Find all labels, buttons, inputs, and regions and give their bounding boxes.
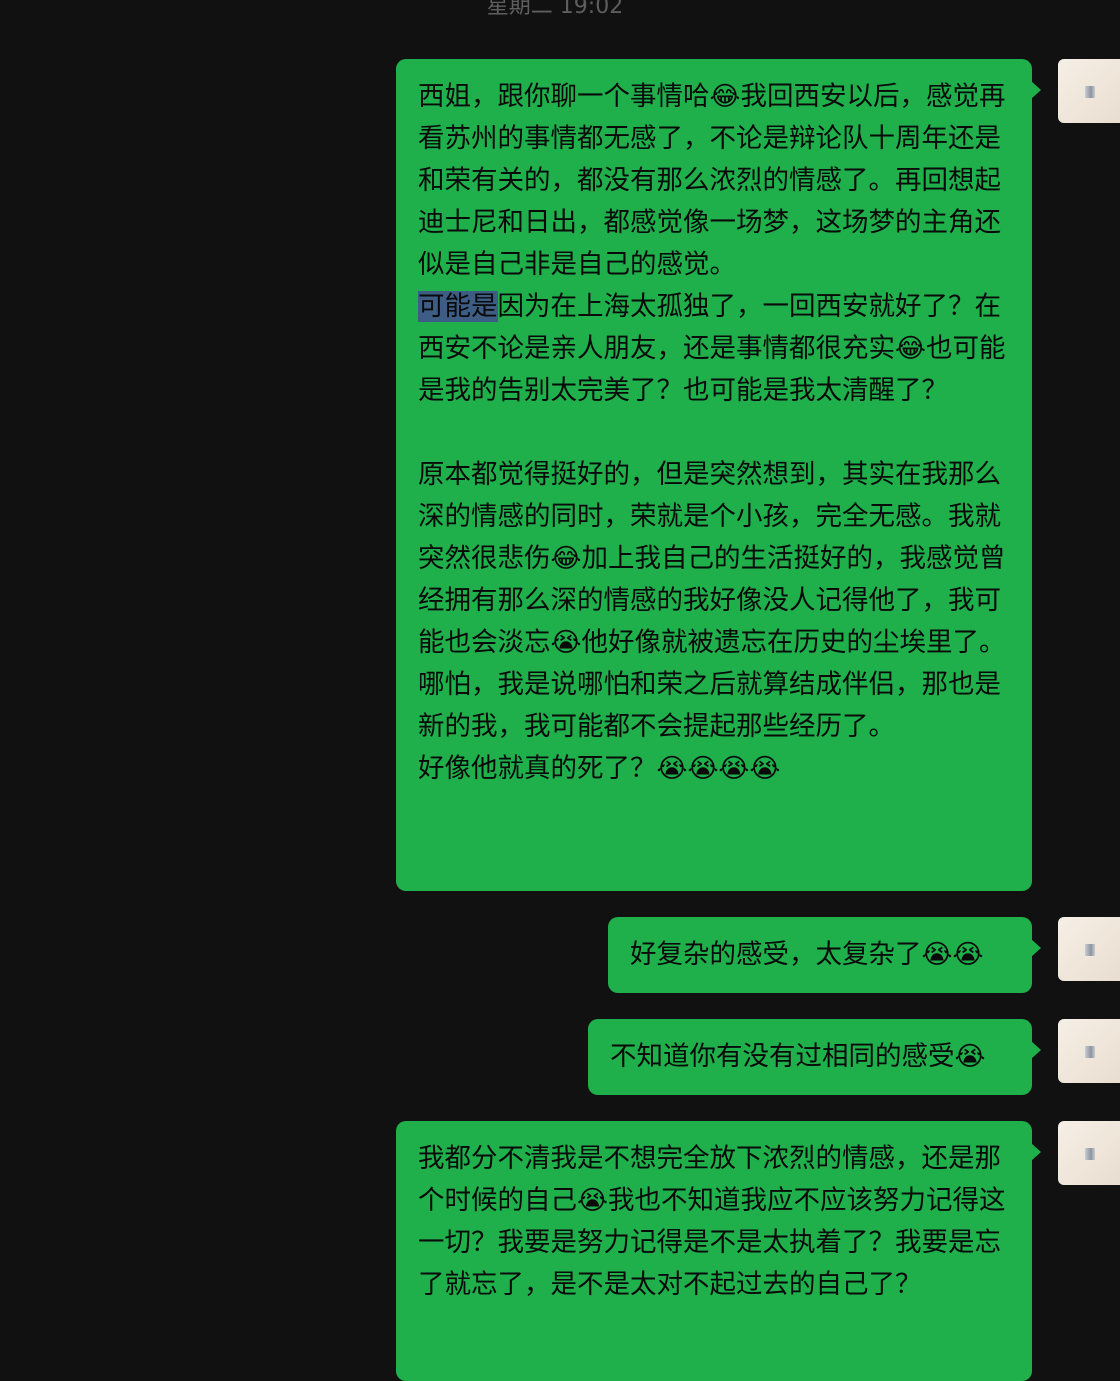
message-bubble[interactable]: 不知道你有没有过相同的感受😭 xyxy=(588,1019,1041,1095)
avatar-image-icon xyxy=(1085,86,1095,98)
avatar-image-icon xyxy=(1085,1046,1095,1058)
message-text: 我都分不清我是不想完全放下浓烈的情感，还是那个时候的自己😭我也不知道我应不应该努… xyxy=(418,1143,1006,1300)
avatar[interactable] xyxy=(1058,917,1120,981)
message-text: 西姐，跟你聊一个事情哈😂我回西安以后，感觉再看苏州的事情都无感了，不论是辩论队十… xyxy=(418,81,1006,280)
avatar[interactable] xyxy=(1058,1121,1120,1185)
avatar-image-icon xyxy=(1085,944,1095,956)
avatar[interactable] xyxy=(1058,1019,1120,1083)
message-text: 因为在上海太孤独了，一回西安就好了？在西安不论是亲人朋友，还是事情都很充实😂也可… xyxy=(418,291,1006,784)
message-bubble[interactable]: 好复杂的感受，太复杂了😭😭 xyxy=(608,917,1041,993)
message-bubble[interactable]: 我都分不清我是不想完全放下浓烈的情感，还是那个时候的自己😭我也不知道我应不应该努… xyxy=(396,1121,1041,1381)
message-text: 好复杂的感受，太复杂了😭😭 xyxy=(630,939,984,970)
avatar[interactable] xyxy=(1058,59,1120,123)
avatar-image-icon xyxy=(1085,1148,1095,1160)
chat-timestamp: 星期二 19:02 xyxy=(486,0,624,19)
message-text: 不知道你有没有过相同的感受😭 xyxy=(610,1041,986,1072)
message-bubble[interactable]: 西姐，跟你聊一个事情哈😂我回西安以后，感觉再看苏州的事情都无感了，不论是辩论队十… xyxy=(396,59,1041,891)
selected-text-highlight[interactable]: 可能是 xyxy=(418,291,498,322)
